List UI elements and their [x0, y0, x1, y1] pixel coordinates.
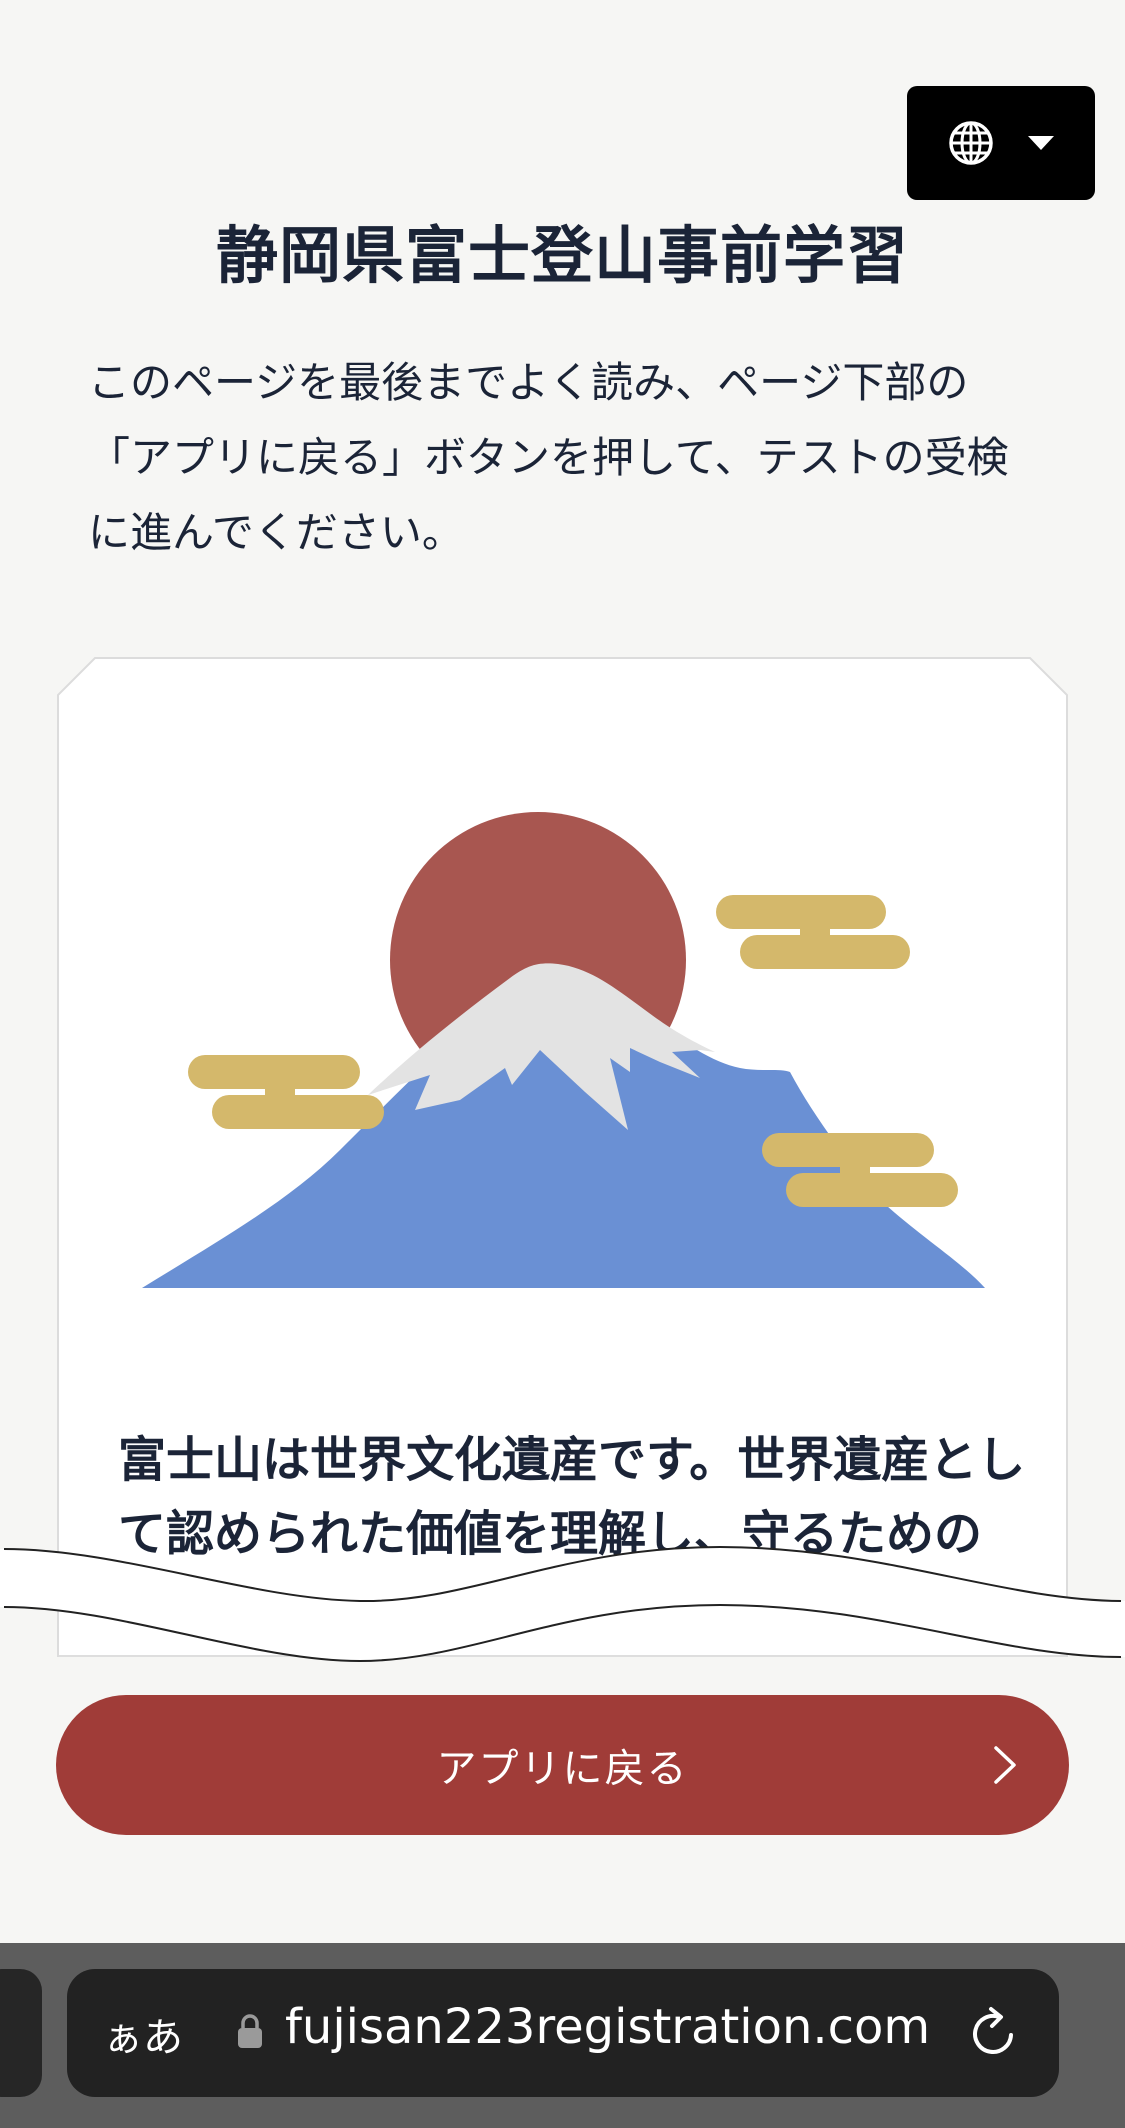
chevron-right-icon	[994, 1746, 1016, 1784]
page-title: 静岡県富士登山事前学習	[215, 219, 909, 292]
language-switcher-button[interactable]	[907, 86, 1095, 200]
mount-fuji-sunrise-illustration	[142, 812, 985, 1288]
cloud-right-top	[716, 895, 910, 969]
caret-down-icon	[1028, 136, 1054, 150]
globe-icon	[949, 121, 993, 165]
scroll-wave-divider	[0, 1545, 1125, 1663]
browser-toolbar: ぁあ fujisan223registration.com	[0, 1943, 1125, 2128]
text-size-button[interactable]: ぁあ	[103, 2005, 183, 2063]
reload-icon[interactable]	[969, 2005, 1019, 2059]
page: 静岡県富士登山事前学習 このページを最後までよく読み、ページ下部の「アプリに戻る…	[0, 0, 1125, 2128]
previous-tab-preview[interactable]	[0, 1969, 42, 2097]
address-bar[interactable]: ぁあ fujisan223registration.com	[67, 1969, 1059, 2097]
return-to-app-label: アプリに戻る	[436, 1746, 689, 1792]
lock-icon	[238, 2014, 262, 2048]
cloud-left	[188, 1055, 384, 1129]
url-text[interactable]: fujisan223registration.com	[285, 1999, 930, 2055]
intro-text: このページを最後までよく読み、ページ下部の「アプリに戻る」ボタンを押して、テスト…	[88, 358, 1009, 557]
return-to-app-button[interactable]: アプリに戻る	[56, 1695, 1069, 1835]
